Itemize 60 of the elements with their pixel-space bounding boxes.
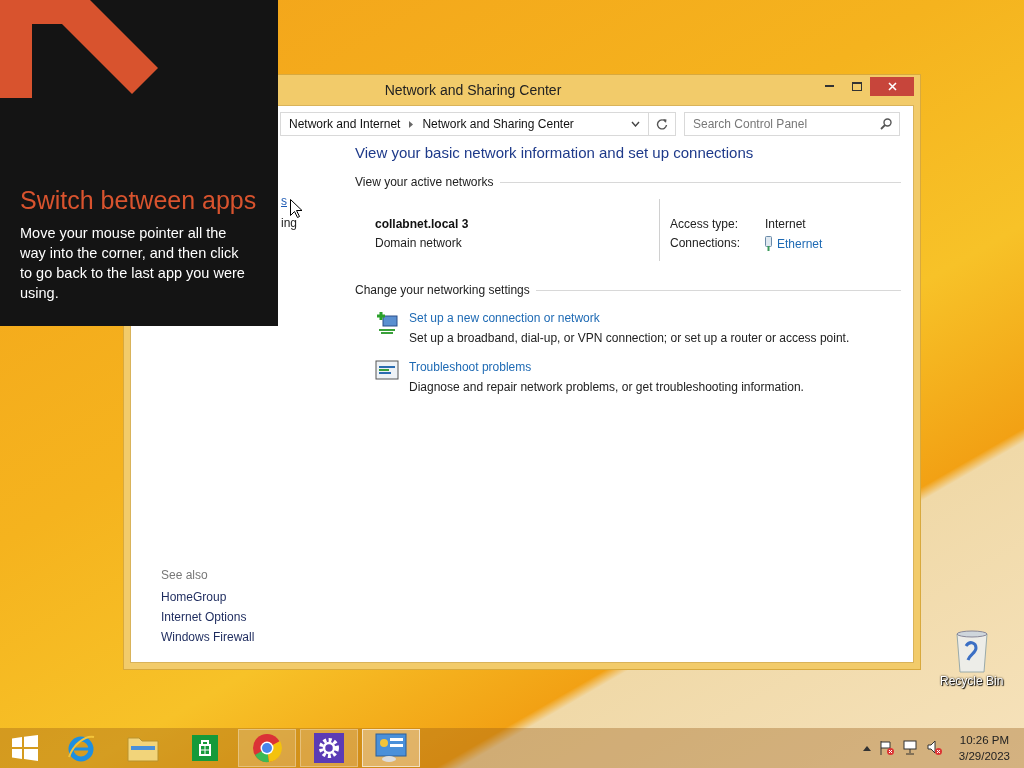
clock-date: 3/29/2023 [958, 749, 1010, 764]
sidebar-text: ing [281, 215, 297, 232]
section-heading: Change your networking settings [355, 283, 530, 297]
network-name: collabnet.local 3 [375, 217, 470, 231]
chevron-down-icon[interactable] [631, 121, 640, 127]
windows-logo-icon [12, 735, 38, 761]
control-panel-icon [375, 733, 407, 763]
clock[interactable]: 10:26 PM 3/29/2023 [958, 732, 1010, 764]
refresh-icon [656, 118, 668, 130]
chevron-right-icon [409, 120, 414, 128]
window-title: Network and Sharing Center [383, 82, 563, 98]
maximize-icon [851, 81, 862, 91]
volume-tray-button[interactable] [926, 740, 943, 756]
refresh-button[interactable] [648, 112, 676, 136]
chrome-logo-icon [252, 733, 282, 763]
network-category: Domain network [375, 236, 463, 250]
mouse-cursor-icon [290, 199, 302, 218]
gear-icon [314, 733, 344, 763]
speaker-muted-icon [926, 740, 943, 756]
breadcrumb-item[interactable]: Network and Sharing Center [422, 117, 574, 131]
address-bar[interactable]: Network and Internet Network and Sharing Center [280, 112, 649, 136]
taskbar-app-button[interactable] [300, 729, 358, 767]
minimize-icon [825, 85, 834, 87]
caret-up-icon [862, 745, 871, 751]
flag-with-x-icon [878, 740, 895, 756]
taskbar-app-button[interactable] [238, 729, 296, 767]
see-also-link[interactable]: Windows Firewall [161, 630, 255, 644]
sidebar-link[interactable]: s [281, 190, 287, 212]
network-icon [902, 740, 919, 756]
clock-time: 10:26 PM [959, 733, 1010, 748]
task-description: Diagnose and repair network problems, or get troubleshooting information. [409, 380, 804, 394]
task-link[interactable]: Troubleshoot problems [409, 360, 804, 374]
access-type-value: Internet [765, 217, 807, 231]
taskbar-app-button[interactable] [362, 729, 420, 767]
search-icon [880, 118, 892, 130]
section-heading: View your active networks [355, 175, 494, 189]
store-bag-icon [191, 734, 219, 762]
browser-e-icon [66, 733, 96, 763]
field-label: Access type: [670, 217, 740, 231]
tip-title: Switch between apps [20, 186, 258, 215]
network-tray-button[interactable] [902, 740, 919, 756]
task-description: Set up a broadband, dial-up, or VPN connection; or set up a router or access point. [409, 331, 850, 345]
see-also-heading: See also [161, 568, 208, 582]
connection-link[interactable]: Ethernet [777, 236, 823, 251]
ethernet-plug-icon [765, 236, 772, 251]
monitor-icon [375, 360, 399, 382]
action-center-button[interactable] [878, 740, 895, 756]
page-heading: View your basic network information and set up connections [355, 144, 755, 161]
network-plus-icon [375, 311, 399, 335]
tip-text: Move your mouse pointer all the way into the corner, and then click to go back to the last app you were using. [20, 224, 246, 303]
breadcrumb-item[interactable]: Network and Internet [289, 117, 401, 131]
see-also-link[interactable]: Internet Options [161, 610, 247, 624]
folder-icon [127, 734, 159, 762]
task-link[interactable]: Set up a new connection or network [409, 311, 850, 325]
close-icon [887, 81, 897, 91]
field-label: Connections: [670, 236, 742, 251]
recycle-bin-icon[interactable] [953, 630, 990, 674]
see-also-link[interactable]: HomeGroup [161, 590, 227, 604]
show-hidden-icons-button[interactable] [862, 745, 871, 751]
search-field[interactable]: Search Control Panel [684, 112, 900, 136]
